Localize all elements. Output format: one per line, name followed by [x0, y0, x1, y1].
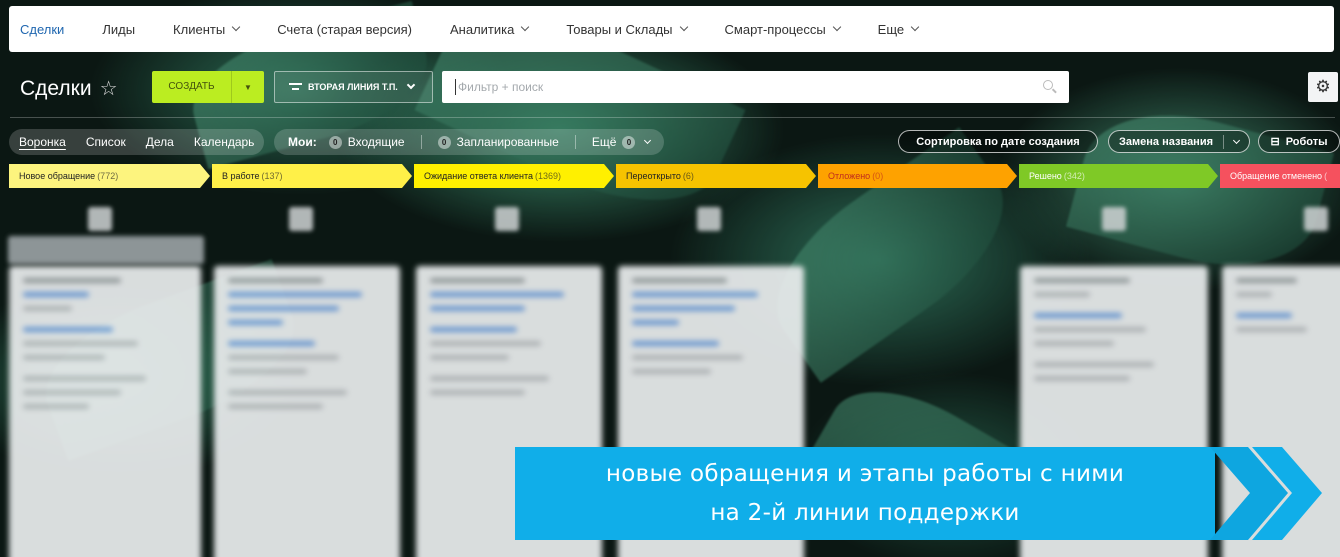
quick-add-button[interactable]	[8, 236, 204, 264]
chevron-down-icon	[231, 22, 241, 32]
background-leaf	[1065, 91, 1335, 289]
pipeline-selector[interactable]: ВТОРАЯ ЛИНИЯ Т.П.	[274, 71, 433, 103]
nav-item-leads[interactable]: Лиды	[102, 22, 135, 37]
stage-header[interactable]: Отложено (0)	[818, 164, 1017, 188]
stage-header[interactable]: Обращение отменено(	[1220, 164, 1340, 188]
robots-button[interactable]: ⊟ Роботы	[1258, 130, 1340, 153]
stage-header[interactable]: Решено (342)	[1019, 164, 1218, 188]
chevron-down-icon[interactable]	[644, 136, 652, 145]
nav-item-products-warehouses[interactable]: Товары и Склады	[566, 22, 688, 37]
counter-planned[interactable]: Запланированные	[457, 135, 559, 149]
chevron-down-icon	[521, 22, 530, 32]
sort-button[interactable]: Сортировка по дате создания	[898, 130, 1098, 153]
counter-incoming[interactable]: Входящие	[348, 135, 405, 149]
chevron-down-icon	[679, 22, 688, 32]
view-tab-funnel[interactable]: Воронка	[19, 135, 66, 149]
column-icon	[697, 207, 721, 231]
nav-item-clients[interactable]: Клиенты	[173, 22, 241, 37]
column-icon	[1102, 207, 1126, 231]
chevron-down-icon	[832, 22, 841, 32]
nav-item-analytics[interactable]: Аналитика	[450, 22, 530, 37]
search-icon[interactable]	[1043, 80, 1053, 90]
separator	[574, 135, 576, 149]
chevron-down-icon	[406, 80, 416, 90]
view-switcher: Воронка Список Дела Календарь	[9, 129, 265, 155]
separator	[420, 135, 422, 149]
separator	[1223, 134, 1225, 149]
planned-count-badge: 0	[437, 135, 451, 149]
chevron-down-icon[interactable]	[1232, 136, 1241, 144]
star-icon[interactable]: ☆	[100, 76, 118, 101]
rename-button[interactable]: Замена названия	[1108, 130, 1250, 153]
divider	[10, 117, 1335, 118]
deal-card[interactable]	[214, 266, 400, 557]
incoming-count-badge: 0	[328, 135, 342, 149]
banner-line-1: новые обращения и этапы работы с ними	[605, 461, 1125, 487]
double-chevron-icon	[1210, 447, 1322, 540]
column-icon	[1304, 207, 1328, 231]
promo-banner: новые обращения и этапы работы с ними на…	[515, 447, 1215, 540]
deal-card[interactable]	[9, 266, 201, 557]
my-counters: Мои: 0 Входящие 0 Запланированные Ещё 0	[274, 129, 665, 155]
dropdown-arrow-icon[interactable]: ▼	[232, 83, 264, 92]
text-caret	[455, 79, 456, 95]
nav-item-smart-processes[interactable]: Смарт-процессы	[725, 22, 841, 37]
top-navigation: Сделки Лиды Клиенты Счета (старая версия…	[9, 6, 1334, 52]
view-tab-activities[interactable]: Дела	[146, 135, 174, 149]
robot-icon: ⊟	[1270, 136, 1280, 148]
page-title: Сделки ☆	[20, 76, 118, 101]
nav-item-deals[interactable]: Сделки	[20, 22, 64, 37]
search-input[interactable]: Фильтр + поиск	[442, 71, 1069, 103]
banner-line-2: на 2-й линии поддержки	[710, 500, 1020, 526]
counters-label: Мои:	[288, 135, 317, 149]
filter-icon	[289, 82, 302, 92]
counter-more[interactable]: Ещё	[592, 135, 617, 149]
stage-header[interactable]: Новое обращение (772)	[9, 164, 210, 188]
nav-item-invoices-old[interactable]: Счета (старая версия)	[277, 22, 412, 37]
view-tab-calendar[interactable]: Календарь	[194, 135, 255, 149]
chevron-down-icon	[910, 22, 920, 32]
column-icon	[88, 207, 112, 231]
nav-item-more[interactable]: Еще	[878, 22, 920, 37]
stage-header[interactable]: Ожидание ответа клиента (1369)	[414, 164, 614, 188]
view-tab-list[interactable]: Список	[86, 135, 126, 149]
stage-header[interactable]: В работе (137)	[212, 164, 412, 188]
column-icon	[495, 207, 519, 231]
stage-header[interactable]: Переоткрыто (6)	[616, 164, 816, 188]
create-button[interactable]: СОЗДАТЬ ▼	[152, 71, 264, 103]
column-icon	[289, 207, 313, 231]
more-count-badge: 0	[622, 135, 636, 149]
gear-icon[interactable]: ⚙	[1308, 72, 1338, 102]
